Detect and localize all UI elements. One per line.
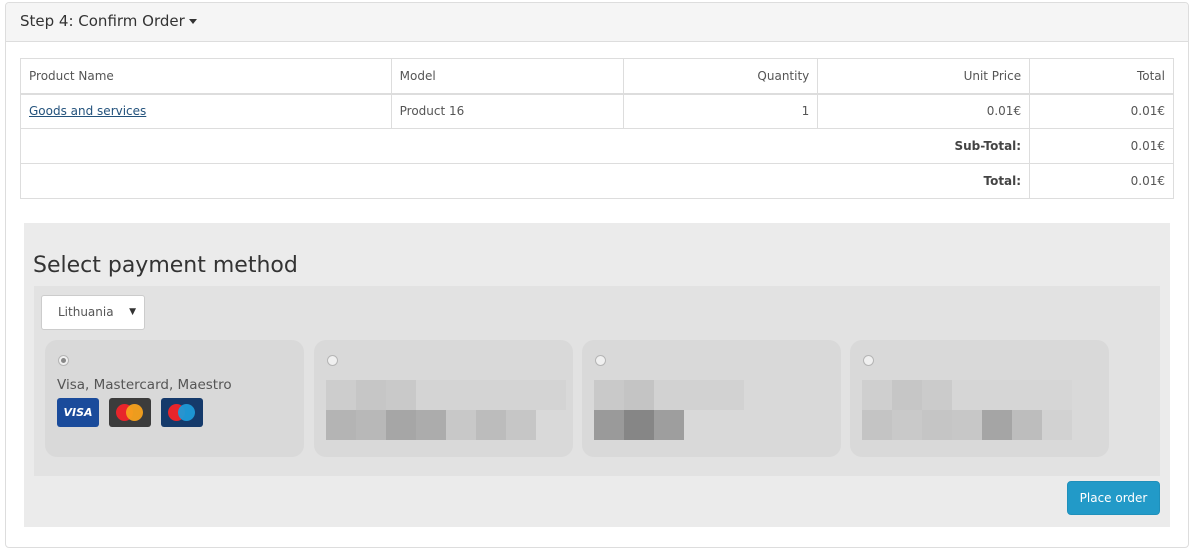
confirm-order-panel: Step 4: Confirm Order Product Name Model…: [5, 2, 1189, 548]
product-name-cell: Goods and services: [20, 93, 392, 129]
country-select[interactable]: Lithuania ▼: [41, 295, 145, 330]
payment-method-card[interactable]: [582, 340, 841, 457]
column-header: Total: [1029, 58, 1174, 95]
total-value: 0.01€: [1029, 163, 1174, 199]
unit-price-cell: 0.01€: [817, 93, 1031, 129]
column-header: Model: [390, 58, 625, 95]
table-header-row: Product Name Model Quantity Unit Price T…: [20, 58, 1174, 95]
payment-radio[interactable]: [863, 355, 874, 366]
order-table: Product Name Model Quantity Unit Price T…: [19, 58, 1174, 199]
payment-title: Select payment method: [33, 253, 298, 278]
subtotal-label: Sub-Total:: [19, 128, 1031, 164]
panel-heading[interactable]: Step 4: Confirm Order: [6, 3, 1188, 42]
visa-icon: VISA: [57, 398, 99, 427]
country-value: Lithuania: [58, 305, 114, 319]
payment-section: Select payment method Lithuania ▼ Visa, …: [24, 223, 1170, 527]
subtotal-row: Sub-Total: 0.01€: [19, 128, 1174, 164]
maestro-icon: [161, 398, 203, 427]
column-header: Quantity: [623, 58, 819, 95]
panel-title: Step 4: Confirm Order: [20, 12, 185, 30]
payment-method-card[interactable]: Visa, Mastercard, Maestro VISA: [45, 340, 304, 457]
column-header: Product Name: [20, 58, 392, 95]
caret-down-icon: [188, 19, 197, 24]
product-link[interactable]: Goods and services: [29, 104, 146, 118]
place-order-button[interactable]: Place order: [1067, 481, 1160, 515]
subtotal-value: 0.01€: [1029, 128, 1174, 164]
blurred-logo: [594, 380, 834, 440]
blurred-logo: [862, 380, 1102, 440]
payment-method-name: Visa, Mastercard, Maestro: [57, 377, 232, 393]
column-header: Unit Price: [817, 58, 1031, 95]
payment-method-card[interactable]: [314, 340, 573, 457]
dropdown-arrow-icon: ▼: [129, 307, 136, 317]
payment-methods-container: Lithuania ▼ Visa, Mastercard, Maestro VI…: [34, 286, 1160, 476]
card-logos: VISA: [57, 398, 203, 427]
blurred-logo: [326, 380, 566, 440]
total-label: Total:: [19, 163, 1031, 199]
payment-radio[interactable]: [58, 355, 69, 366]
model-cell: Product 16: [390, 93, 625, 129]
payment-radio[interactable]: [595, 355, 606, 366]
mastercard-icon: [109, 398, 151, 427]
total-cell: 0.01€: [1029, 93, 1174, 129]
total-row: Total: 0.01€: [19, 163, 1174, 199]
payment-radio[interactable]: [327, 355, 338, 366]
quantity-cell: 1: [623, 93, 819, 129]
payment-method-card[interactable]: [850, 340, 1109, 457]
table-row: Goods and services Product 16 1 0.01€ 0.…: [20, 93, 1174, 129]
